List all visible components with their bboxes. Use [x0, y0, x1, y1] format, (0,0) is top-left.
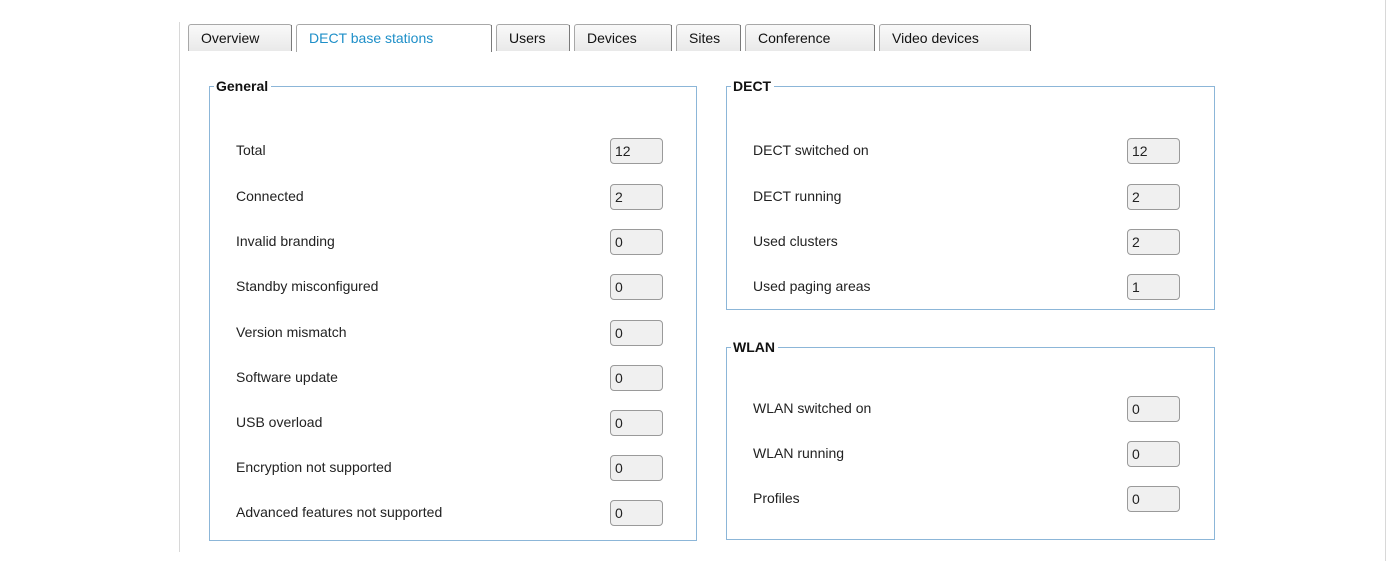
- dect-row-used-paging-areas: Used paging areas 1: [727, 274, 1214, 302]
- dect-running-label: DECT running: [753, 188, 842, 204]
- tab-conference[interactable]: Conference: [745, 24, 875, 51]
- wlan-switched-on-label: WLAN switched on: [753, 400, 872, 416]
- general-row-total: Total 12: [210, 138, 696, 166]
- tab-dect-base-stations[interactable]: DECT base stations: [296, 24, 492, 52]
- wlan-group: WLAN WLAN switched on 0 WLAN running 0 P…: [726, 339, 1215, 540]
- wlan-switched-on-value: 0: [1127, 396, 1180, 422]
- dect-group: DECT DECT switched on 12 DECT running 2 …: [726, 78, 1215, 310]
- dect-switched-on-value: 12: [1127, 138, 1180, 164]
- tab-video-devices[interactable]: Video devices: [879, 24, 1031, 51]
- encryption-not-supported-value: 0: [610, 455, 663, 481]
- connected-label: Connected: [236, 188, 304, 204]
- general-row-version-mismatch: Version mismatch 0: [210, 320, 696, 348]
- standby-misconfigured-value: 0: [610, 274, 663, 300]
- used-paging-areas-label: Used paging areas: [753, 278, 871, 294]
- total-value: 12: [610, 138, 663, 164]
- wlan-row-switched-on: WLAN switched on 0: [727, 396, 1214, 424]
- content-frame-left-border: [179, 22, 180, 552]
- used-clusters-label: Used clusters: [753, 233, 838, 249]
- wlan-group-title: WLAN: [733, 339, 775, 355]
- profiles-value: 0: [1127, 486, 1180, 512]
- general-row-encryption-not-supported: Encryption not supported 0: [210, 455, 696, 483]
- general-row-software-update: Software update 0: [210, 365, 696, 393]
- advanced-features-not-supported-value: 0: [610, 500, 663, 526]
- general-row-standby-misconfigured: Standby misconfigured 0: [210, 274, 696, 302]
- general-row-invalid-branding: Invalid branding 0: [210, 229, 696, 257]
- general-row-connected: Connected 2: [210, 184, 696, 212]
- content-frame-right-border: [1385, 0, 1386, 561]
- software-update-value: 0: [610, 365, 663, 391]
- dect-row-switched-on: DECT switched on 12: [727, 138, 1214, 166]
- tab-users[interactable]: Users: [496, 24, 570, 51]
- usb-overload-label: USB overload: [236, 414, 323, 430]
- dect-switched-on-label: DECT switched on: [753, 142, 869, 158]
- general-row-advanced-features-not-supported: Advanced features not supported 0: [210, 500, 696, 528]
- wlan-running-value: 0: [1127, 441, 1180, 467]
- tab-overview[interactable]: Overview: [188, 24, 292, 51]
- tab-sites[interactable]: Sites: [676, 24, 741, 51]
- total-label: Total: [236, 142, 266, 158]
- dect-row-running: DECT running 2: [727, 184, 1214, 212]
- invalid-branding-label: Invalid branding: [236, 233, 335, 249]
- version-mismatch-value: 0: [610, 320, 663, 346]
- used-clusters-value: 2: [1127, 229, 1180, 255]
- profiles-label: Profiles: [753, 490, 800, 506]
- general-group-title: General: [216, 78, 269, 94]
- general-group: General Total 12 Connected 2 Invalid bra…: [209, 78, 697, 541]
- used-paging-areas-value: 1: [1127, 274, 1180, 300]
- general-row-usb-overload: USB overload 0: [210, 410, 696, 438]
- connected-value: 2: [610, 184, 663, 210]
- dect-running-value: 2: [1127, 184, 1180, 210]
- dect-row-used-clusters: Used clusters 2: [727, 229, 1214, 257]
- tab-devices[interactable]: Devices: [574, 24, 672, 51]
- usb-overload-value: 0: [610, 410, 663, 436]
- invalid-branding-value: 0: [610, 229, 663, 255]
- wlan-running-label: WLAN running: [753, 445, 845, 461]
- wlan-row-profiles: Profiles 0: [727, 486, 1214, 514]
- advanced-features-not-supported-label: Advanced features not supported: [236, 504, 443, 520]
- encryption-not-supported-label: Encryption not supported: [236, 459, 392, 475]
- software-update-label: Software update: [236, 369, 338, 385]
- wlan-row-running: WLAN running 0: [727, 441, 1214, 469]
- version-mismatch-label: Version mismatch: [236, 324, 347, 340]
- standby-misconfigured-label: Standby misconfigured: [236, 278, 379, 294]
- dect-group-title: DECT: [733, 78, 772, 94]
